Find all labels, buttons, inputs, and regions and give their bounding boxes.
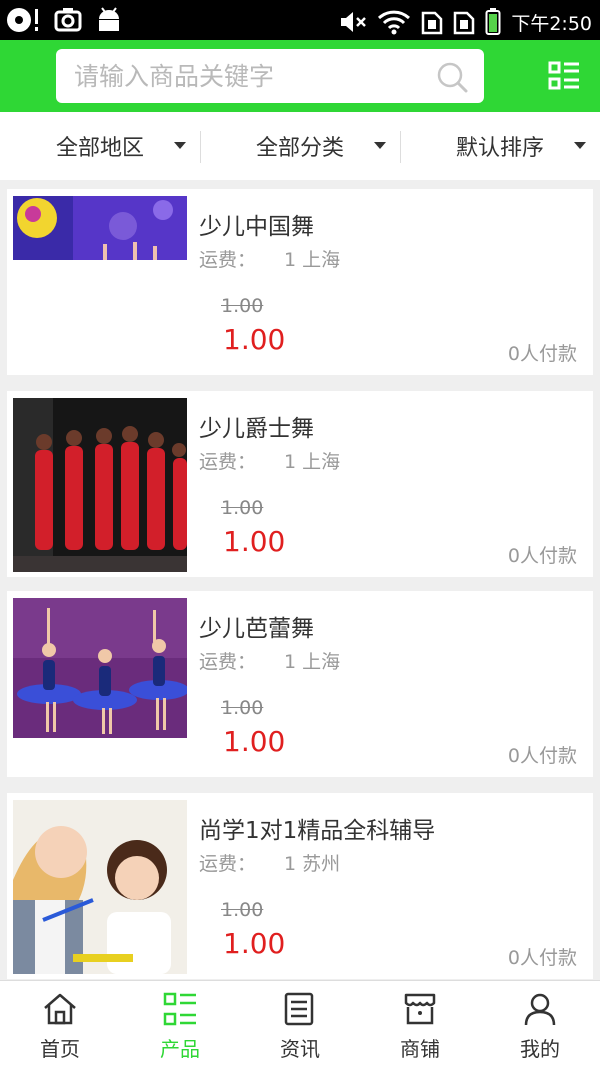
original-price: 1.00 <box>221 295 264 317</box>
shipping-label: 运费： <box>199 853 257 875</box>
shipping-value: 1 上海 <box>284 451 341 473</box>
sim-two-icon <box>454 11 475 35</box>
header <box>0 40 600 112</box>
product-image[interactable] <box>13 196 187 260</box>
shipping-label: 运费： <box>199 651 257 673</box>
shipping-label: 运费： <box>199 249 257 271</box>
shop-icon <box>404 993 436 1025</box>
product-title[interactable]: 尚学1对1精品全科辅导 <box>199 811 435 845</box>
product-card[interactable]: 尚学1对1精品全科辅导 运费： 1 苏州 1.00 1.00 0人付款 <box>7 793 593 979</box>
product-card[interactable]: 少儿爵士舞 运费： 1 上海 1.00 1.00 0人付款 <box>7 391 593 577</box>
filter-label: 全部地区 <box>55 136 144 161</box>
product-title[interactable]: 少儿芭蕾舞 <box>199 609 314 643</box>
caret-down-icon <box>374 142 386 149</box>
filter-region[interactable]: 全部地区 <box>0 112 200 180</box>
tab-products[interactable]: 产品 <box>120 981 240 1067</box>
original-price: 1.00 <box>221 697 264 719</box>
shipping-info: 运费： 1 苏州 <box>199 849 340 876</box>
shipping-info: 运费： 1 上海 <box>199 245 340 272</box>
caret-down-icon <box>574 142 586 149</box>
paid-count: 0人付款 <box>507 947 577 969</box>
product-image[interactable] <box>13 598 187 738</box>
mute-icon <box>341 12 367 32</box>
filter-sort[interactable]: 默认排序 <box>400 112 600 180</box>
sale-price: 1.00 <box>223 323 286 356</box>
category-menu-icon[interactable] <box>548 60 580 92</box>
tab-home[interactable]: 首页 <box>0 981 120 1067</box>
tab-label: 首页 <box>40 1037 80 1061</box>
status-bar: 下午2:50 <box>0 0 600 40</box>
product-image[interactable] <box>13 800 187 974</box>
user-icon <box>524 993 556 1026</box>
tab-mine[interactable]: 我的 <box>480 981 600 1067</box>
original-price: 1.00 <box>221 497 264 519</box>
caret-down-icon <box>174 142 186 149</box>
filter-bar: 全部地区 全部分类 默认排序 <box>0 112 600 180</box>
tab-label: 资讯 <box>280 1037 320 1061</box>
shipping-label: 运费： <box>199 451 257 473</box>
search-input[interactable] <box>74 49 414 103</box>
product-title[interactable]: 少儿中国舞 <box>199 207 314 241</box>
original-price: 1.00 <box>221 899 264 921</box>
product-title[interactable]: 少儿爵士舞 <box>199 409 314 443</box>
shipping-value: 1 上海 <box>284 249 341 271</box>
filter-label: 全部分类 <box>255 136 344 161</box>
search-icon[interactable] <box>436 61 468 93</box>
shipping-info: 运费： 1 上海 <box>199 647 340 674</box>
product-card[interactable]: 少儿芭蕾舞 运费： 1 上海 1.00 1.00 0人付款 <box>7 591 593 777</box>
sim-one-icon <box>422 11 443 35</box>
status-time: 下午2:50 <box>511 12 592 35</box>
tab-news[interactable]: 资讯 <box>240 981 360 1067</box>
android-icon <box>99 7 119 31</box>
home-icon <box>44 993 76 1025</box>
paid-count: 0人付款 <box>507 545 577 567</box>
grid-list-icon <box>163 992 196 1026</box>
sale-price: 1.00 <box>223 725 286 758</box>
shipping-info: 运费： 1 上海 <box>199 447 340 474</box>
battery-icon <box>485 8 501 35</box>
search-box[interactable] <box>56 49 484 103</box>
filter-category[interactable]: 全部分类 <box>200 112 400 180</box>
wifi-icon <box>378 10 411 35</box>
paid-count: 0人付款 <box>507 745 577 767</box>
shipping-value: 1 上海 <box>284 651 341 673</box>
tab-label: 商铺 <box>400 1037 440 1061</box>
tab-label: 产品 <box>160 1037 200 1061</box>
filter-label: 默认排序 <box>455 136 544 161</box>
tab-shop[interactable]: 商铺 <box>360 981 480 1067</box>
news-icon <box>284 992 314 1026</box>
disc-icon <box>7 8 38 32</box>
tab-label: 我的 <box>520 1037 560 1061</box>
bottom-tab-bar: 首页 产品 资讯 商铺 我的 <box>0 980 600 1067</box>
shipping-value: 1 苏州 <box>284 853 341 875</box>
product-image[interactable] <box>13 398 187 572</box>
sale-price: 1.00 <box>223 525 286 558</box>
sale-price: 1.00 <box>223 927 286 960</box>
paid-count: 0人付款 <box>507 343 577 365</box>
product-card[interactable]: 少儿中国舞 运费： 1 上海 1.00 1.00 0人付款 <box>7 189 593 375</box>
screenshot-icon <box>54 8 82 32</box>
